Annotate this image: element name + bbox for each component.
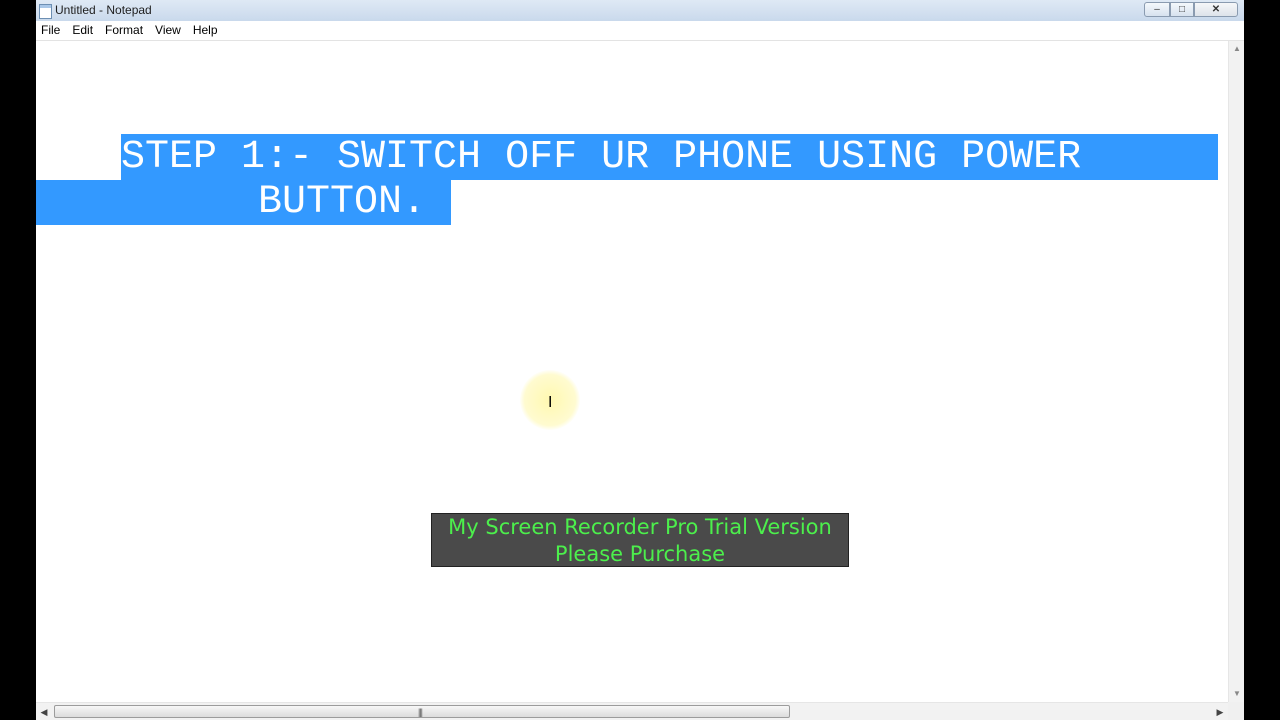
watermark-line-2: Please Purchase xyxy=(554,542,726,566)
title-bar[interactable]: Untitled - Notepad – □ ✕ xyxy=(36,0,1244,22)
i-beam-cursor-icon: I xyxy=(548,393,553,411)
menu-help[interactable]: Help xyxy=(187,21,224,40)
menu-format[interactable]: Format xyxy=(99,21,149,40)
menu-view[interactable]: View xyxy=(149,21,187,40)
vertical-scrollbar[interactable]: ▲ ▼ xyxy=(1228,41,1244,702)
trial-watermark: My Screen Recorder Pro Trial Version Ple… xyxy=(431,513,849,567)
scroll-right-arrow-icon[interactable]: ▶ xyxy=(1212,703,1228,720)
scroll-left-arrow-icon[interactable]: ◀ xyxy=(36,703,52,720)
menu-bar: File Edit Format View Help xyxy=(36,21,1244,41)
text-line-1: STEP 1:- SWITCH OFF UR PHONE USING POWER xyxy=(121,135,1082,180)
text-editor-area[interactable]: STEP 1:- SWITCH OFF UR PHONE USING POWER… xyxy=(36,41,1228,702)
horizontal-scrollbar[interactable]: ◀ ||| ▶ xyxy=(36,702,1228,720)
scroll-grip-icon: ||| xyxy=(418,707,423,717)
window-title: Untitled - Notepad xyxy=(55,3,152,17)
background-tab-2 xyxy=(376,4,606,17)
menu-file[interactable]: File xyxy=(36,21,66,40)
scroll-up-arrow-icon[interactable]: ▲ xyxy=(1229,41,1244,57)
watermark-line-1: My Screen Recorder Pro Trial Version xyxy=(448,515,832,539)
close-button[interactable]: ✕ xyxy=(1194,2,1238,17)
text-line-2: BUTTON. xyxy=(258,180,427,225)
minimize-button[interactable]: – xyxy=(1144,2,1170,17)
notepad-icon xyxy=(39,4,52,19)
menu-edit[interactable]: Edit xyxy=(66,21,99,40)
maximize-button[interactable]: □ xyxy=(1170,2,1194,17)
scroll-down-arrow-icon[interactable]: ▼ xyxy=(1229,686,1244,702)
background-tab-1 xyxy=(166,4,336,17)
notepad-window: Untitled - Notepad – □ ✕ File Edit Forma… xyxy=(36,0,1244,720)
scrollbar-corner xyxy=(1228,702,1244,720)
horizontal-scroll-thumb[interactable]: ||| xyxy=(54,705,790,718)
